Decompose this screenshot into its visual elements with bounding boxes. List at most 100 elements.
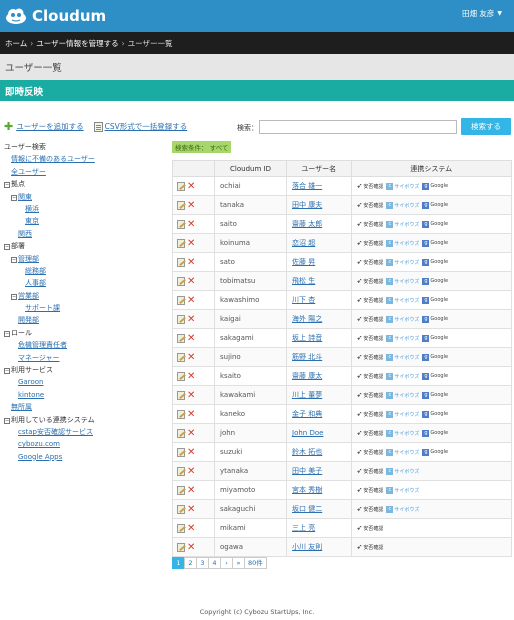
user-name-link[interactable]: 宮本 秀樹 xyxy=(292,486,322,494)
delete-icon[interactable]: ✕ xyxy=(187,219,195,229)
edit-icon[interactable] xyxy=(177,409,185,419)
user-name-link[interactable]: 海外 陽之 xyxy=(292,315,322,323)
edit-icon[interactable] xyxy=(177,257,185,267)
tree-item-label[interactable]: 人事部 xyxy=(25,279,46,287)
edit-icon[interactable] xyxy=(177,542,185,552)
delete-icon[interactable]: ✕ xyxy=(187,409,195,419)
search-input[interactable] xyxy=(259,120,457,134)
delete-icon[interactable]: ✕ xyxy=(187,390,195,400)
collapse-toggle-icon[interactable]: − xyxy=(11,293,17,300)
delete-icon[interactable]: ✕ xyxy=(187,238,195,248)
collapse-toggle-icon[interactable]: − xyxy=(11,194,17,201)
delete-icon[interactable]: ✕ xyxy=(187,257,195,267)
search-button[interactable]: 検索する xyxy=(461,118,511,135)
edit-icon[interactable] xyxy=(177,276,185,286)
edit-icon[interactable] xyxy=(177,466,185,476)
user-name-link[interactable]: 筋野 北斗 xyxy=(292,353,322,361)
user-name-link[interactable]: 川上 董夢 xyxy=(292,391,322,399)
csv-import-link[interactable]: CSV形式で一括登録する xyxy=(105,121,188,132)
delete-icon[interactable]: ✕ xyxy=(187,295,195,305)
user-name-link[interactable]: 川下 杏 xyxy=(292,296,315,304)
app-logo[interactable]: Cloudum xyxy=(4,6,106,26)
tree-item-label[interactable]: 危機管理責任者 xyxy=(18,341,67,349)
tree-item-label[interactable]: cybozu.com xyxy=(18,440,60,448)
collapse-toggle-icon[interactable]: − xyxy=(4,417,10,424)
tree-item-label[interactable]: Garoon xyxy=(18,378,43,386)
edit-icon[interactable] xyxy=(177,333,185,343)
delete-icon[interactable]: ✕ xyxy=(187,200,195,210)
tree-item-label[interactable]: Google Apps xyxy=(18,453,62,461)
tree-item-label[interactable]: 東京 xyxy=(25,217,39,225)
tree-item-label[interactable]: 総務部 xyxy=(25,267,46,275)
edit-icon[interactable] xyxy=(177,523,185,533)
user-name-link[interactable]: 飛松 生 xyxy=(292,277,315,285)
edit-icon[interactable] xyxy=(177,181,185,191)
tree-item-label[interactable]: 営業部 xyxy=(18,292,39,300)
user-name-link[interactable]: 佐藤 昇 xyxy=(292,258,315,266)
delete-icon[interactable]: ✕ xyxy=(187,276,195,286)
user-name-link[interactable]: 小川 友則 xyxy=(292,543,322,551)
tree-item-label[interactable]: 無所属 xyxy=(11,403,32,411)
delete-icon[interactable]: ✕ xyxy=(187,333,195,343)
delete-icon[interactable]: ✕ xyxy=(187,523,195,533)
edit-icon[interactable] xyxy=(177,504,185,514)
page-link[interactable]: 80件 xyxy=(244,557,267,569)
edit-icon[interactable] xyxy=(177,428,185,438)
collapse-toggle-icon[interactable]: − xyxy=(4,330,10,337)
tree-item-label[interactable]: 横浜 xyxy=(25,205,39,213)
delete-icon[interactable]: ✕ xyxy=(187,485,195,495)
tree-item-label[interactable]: サポート課 xyxy=(25,304,60,312)
user-name-link[interactable]: 齋藤 康太 xyxy=(292,372,322,380)
edit-icon[interactable] xyxy=(177,485,185,495)
edit-icon[interactable] xyxy=(177,219,185,229)
collapse-toggle-icon[interactable]: − xyxy=(11,256,17,263)
edit-icon[interactable] xyxy=(177,371,185,381)
user-name-link[interactable]: 田中 康夫 xyxy=(292,201,322,209)
edit-icon[interactable] xyxy=(177,352,185,362)
user-name-link[interactable]: 坂上 詩音 xyxy=(292,334,322,342)
tree-item-label[interactable]: cstap安否確認サービス xyxy=(18,428,93,436)
collapse-toggle-icon[interactable]: − xyxy=(4,182,10,189)
add-user-link[interactable]: ユーザーを追加する xyxy=(16,121,83,132)
breadcrumb-home[interactable]: ホーム xyxy=(5,38,27,49)
edit-icon[interactable] xyxy=(177,314,185,324)
tree-item-label[interactable]: kintone xyxy=(18,391,44,399)
user-name-link[interactable]: 三上 亮 xyxy=(292,524,315,532)
delete-icon[interactable]: ✕ xyxy=(187,447,195,457)
cybozu-service-badge: c サイボウズ xyxy=(386,372,419,380)
user-name-link[interactable]: 齋藤 太郎 xyxy=(292,220,322,228)
tree-item-label[interactable]: 関東 xyxy=(18,193,32,201)
tree-item-label[interactable]: 情報に不備のあるユーザー xyxy=(11,155,95,163)
tree-item-label[interactable]: 全ユーザー xyxy=(11,168,46,176)
delete-icon[interactable]: ✕ xyxy=(187,542,195,552)
delete-icon[interactable]: ✕ xyxy=(187,504,195,514)
tree-item-label[interactable]: 関西 xyxy=(18,230,32,238)
delete-icon[interactable]: ✕ xyxy=(187,181,195,191)
user-name-link[interactable]: 金子 和典 xyxy=(292,410,322,418)
tree-item-label[interactable]: マネージャー xyxy=(18,354,60,362)
tree-item-label[interactable]: 開発部 xyxy=(18,316,39,324)
pagination: 1 2 3 4 ›» 80件 xyxy=(172,557,267,569)
edit-icon[interactable] xyxy=(177,447,185,457)
user-name-link[interactable]: 落合 雄一 xyxy=(292,182,322,190)
collapse-toggle-icon[interactable]: − xyxy=(4,368,10,375)
user-name-link[interactable]: 坂口 健二 xyxy=(292,505,322,513)
delete-icon[interactable]: ✕ xyxy=(187,352,195,362)
edit-icon[interactable] xyxy=(177,200,185,210)
edit-icon[interactable] xyxy=(177,238,185,248)
edit-icon[interactable] xyxy=(177,390,185,400)
user-name-link[interactable]: 田中 美子 xyxy=(292,467,322,475)
breadcrumb-manage-users[interactable]: ユーザー情報を管理する xyxy=(36,38,118,49)
delete-icon[interactable]: ✕ xyxy=(187,314,195,324)
delete-icon[interactable]: ✕ xyxy=(187,466,195,476)
tree-item-label[interactable]: 管理部 xyxy=(18,255,39,263)
user-menu[interactable]: 田畑 友彦 ▼ xyxy=(462,8,502,19)
user-name-link[interactable]: 恋沼 超 xyxy=(292,239,315,247)
delete-icon[interactable]: ✕ xyxy=(187,371,195,381)
edit-icon[interactable] xyxy=(177,295,185,305)
delete-icon[interactable]: ✕ xyxy=(187,428,195,438)
user-name-cell: 恋沼 超 xyxy=(286,233,352,253)
user-name-link[interactable]: John Doe xyxy=(292,429,323,437)
user-name-link[interactable]: 鈴木 拓也 xyxy=(292,448,322,456)
collapse-toggle-icon[interactable]: − xyxy=(4,244,10,251)
